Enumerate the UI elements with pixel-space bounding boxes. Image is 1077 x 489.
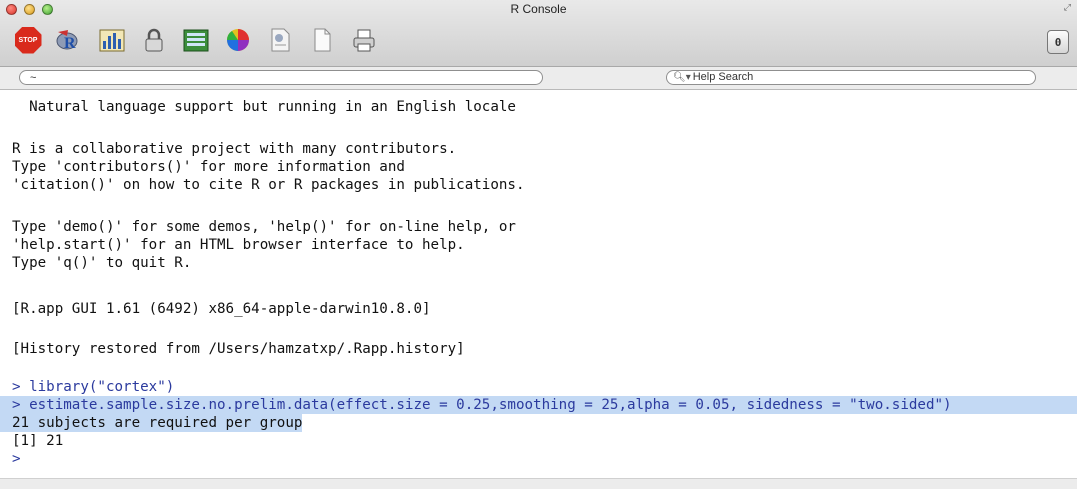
output-line-selected: 21 subjects are required per group <box>0 414 303 432</box>
source-script-icon: R <box>56 30 78 52</box>
help-search-placeholder: Help Search <box>692 71 754 83</box>
path-search-bar: ~ 🔍︎▾ Help Search <box>0 67 1077 90</box>
fullscreen-icon[interactable]: ⤢ <box>1064 3 1071 13</box>
package-browser-button[interactable] <box>181 26 211 54</box>
status-strip <box>0 478 1077 489</box>
stop-button[interactable]: STOP <box>13 26 43 54</box>
search-icon: 🔍︎▾ <box>673 72 691 83</box>
new-document-button[interactable] <box>307 26 337 54</box>
console-output[interactable]: Natural language support but running in … <box>0 90 1077 478</box>
console-line: 'citation()' on how to cite R or R packa… <box>12 177 525 193</box>
print-button[interactable] <box>349 26 379 54</box>
stop-icon: STOP <box>14 26 42 54</box>
source-script-button[interactable]: R <box>55 26 85 54</box>
toggle-drawer-button[interactable]: 0 <box>1047 30 1069 54</box>
console-line: [R.app GUI 1.61 (6492) x86_64-apple-darw… <box>12 301 431 317</box>
console-line: Type 'demo()' for some demos, 'help()' f… <box>12 219 516 235</box>
package-browser-icon <box>183 29 209 52</box>
open-document-button[interactable] <box>265 26 295 54</box>
console-line: Natural language support but running in … <box>12 99 516 115</box>
color-wheel-icon <box>227 29 249 51</box>
window-title: R Console <box>510 2 567 16</box>
input-prompt[interactable]: > <box>12 450 21 468</box>
console-line: 'help.start()' for an HTML browser inter… <box>12 237 465 253</box>
command-line: > library("cortex") <box>12 379 175 395</box>
toolbar: STOP R <box>13 26 379 54</box>
quartz-chart-icon <box>99 29 125 52</box>
new-document-icon <box>314 28 331 52</box>
colors-button[interactable] <box>223 26 253 54</box>
quartz-button[interactable] <box>97 26 127 54</box>
command-line-selected: > estimate.sample.size.no.prelim.data(ef… <box>0 396 1077 414</box>
open-document-icon <box>271 28 290 52</box>
console-line: Type 'contributors()' for more informati… <box>12 159 405 175</box>
help-search-field[interactable]: 🔍︎▾ Help Search <box>666 70 1036 85</box>
console-line: Type 'q()' to quit R. <box>12 255 192 271</box>
svg-text:R: R <box>64 35 76 52</box>
lock-icon <box>145 28 163 52</box>
window-chrome: R Console ⤢ STOP R 0 <box>0 0 1077 67</box>
lock-button[interactable] <box>139 26 169 54</box>
printer-icon <box>353 29 375 52</box>
r-console-window: R Console ⤢ STOP R 0 ~ 🔍︎▾ Help Search N… <box>0 0 1077 489</box>
console-line: R is a collaborative project with many c… <box>12 141 457 157</box>
console-line: [History restored from /Users/hamzatxp/.… <box>12 341 465 357</box>
output-line: [1] 21 <box>12 433 64 449</box>
working-directory-field[interactable]: ~ <box>19 70 543 85</box>
